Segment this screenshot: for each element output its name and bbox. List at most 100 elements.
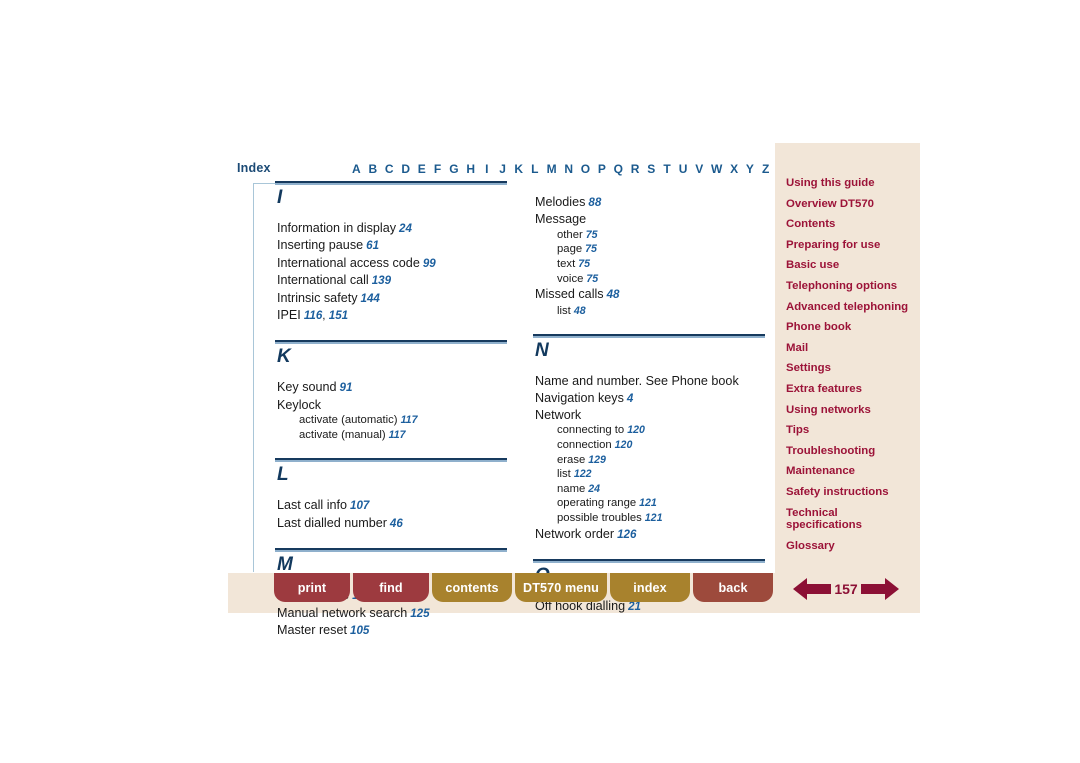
sidebar-item-advanced-telephoning[interactable]: Advanced telephoning xyxy=(786,297,916,318)
sidebar-item-technical-specifications[interactable]: Technical specifications xyxy=(786,503,916,537)
index-entry[interactable]: Inserting pause 61 xyxy=(277,237,507,254)
index-entry-page[interactable]: 75 xyxy=(586,273,598,285)
index-entry-page[interactable]: 75 xyxy=(586,229,598,241)
alpha-link-u[interactable]: U xyxy=(679,162,688,176)
sidebar-item-overview-dt570[interactable]: Overview DT570 xyxy=(786,194,916,215)
sidebar-item-using-this-guide[interactable]: Using this guide xyxy=(786,173,916,194)
alpha-link-j[interactable]: J xyxy=(499,162,507,176)
index-entry[interactable]: International call 139 xyxy=(277,272,507,289)
sidebar-item-mail[interactable]: Mail xyxy=(786,338,916,359)
alpha-link-z[interactable]: Z xyxy=(762,162,770,176)
page-ref[interactable]: 75 xyxy=(585,243,597,255)
alpha-link-c[interactable]: C xyxy=(385,162,394,176)
index-entry-page[interactable]: 107 xyxy=(350,499,369,512)
page-ref[interactable]: 139 xyxy=(372,274,391,287)
page-ref[interactable]: 75 xyxy=(578,258,590,270)
alphabet-index-bar[interactable]: ABCDEFGHIJKLMNOPQRSTUVWXYZ xyxy=(352,162,770,176)
index-entry[interactable]: Intrinsic safety 144 xyxy=(277,290,507,307)
sidebar-item-extra-features[interactable]: Extra features xyxy=(786,379,916,400)
page-ref[interactable]: 121 xyxy=(639,497,657,509)
index-entry-page[interactable]: 46 xyxy=(390,517,403,530)
alpha-link-q[interactable]: Q xyxy=(614,162,623,176)
index-entry[interactable]: activate (manual) 117 xyxy=(299,428,507,443)
index-entry-page[interactable]: 117 xyxy=(389,429,406,441)
page-ref[interactable]: 24 xyxy=(588,483,600,495)
index-entry[interactable]: connecting to 120 xyxy=(557,423,765,438)
alpha-link-b[interactable]: B xyxy=(368,162,377,176)
page-ref[interactable]: 121 xyxy=(645,512,663,524)
alpha-link-n[interactable]: N xyxy=(564,162,573,176)
index-entry[interactable]: list 122 xyxy=(557,467,765,482)
alpha-link-h[interactable]: H xyxy=(466,162,475,176)
sidebar-item-safety-instructions[interactable]: Safety instructions xyxy=(786,482,916,503)
page-ref[interactable]: 75 xyxy=(586,273,598,285)
index-entry-page[interactable]: 126 xyxy=(617,528,636,541)
alpha-link-x[interactable]: X xyxy=(730,162,738,176)
index-entry-page[interactable]: 120 xyxy=(627,424,645,436)
right-arrow-icon[interactable] xyxy=(860,576,899,602)
page-ref[interactable]: 48 xyxy=(607,288,620,301)
sidebar-item-phone-book[interactable]: Phone book xyxy=(786,317,916,338)
index-entry-page[interactable]: 121 xyxy=(645,512,663,524)
index-entry-page[interactable]: 48 xyxy=(574,305,586,317)
index-entry-page[interactable]: 88 xyxy=(588,196,601,209)
index-entry[interactable]: other 75 xyxy=(557,228,765,243)
index-entry-page[interactable]: 75 xyxy=(578,258,590,270)
page-ref[interactable]: 117 xyxy=(389,429,406,441)
index-entry[interactable]: Last dialled number 46 xyxy=(277,515,507,532)
index-entry-page[interactable]: 121 xyxy=(639,497,657,509)
index-entry[interactable]: International access code 99 xyxy=(277,255,507,272)
left-arrow-icon[interactable] xyxy=(793,576,831,602)
alpha-link-t[interactable]: T xyxy=(663,162,671,176)
alpha-link-i[interactable]: I xyxy=(483,162,491,176)
find-button[interactable]: find xyxy=(353,573,429,602)
index-entry-page[interactable]: 99 xyxy=(423,257,436,270)
index-entry-page[interactable]: 75 xyxy=(585,243,597,255)
sidebar-item-using-networks[interactable]: Using networks xyxy=(786,400,916,421)
alpha-link-a[interactable]: A xyxy=(352,162,361,176)
sidebar-item-contents[interactable]: Contents xyxy=(786,214,916,235)
alpha-link-l[interactable]: L xyxy=(531,162,539,176)
index-entry-page[interactable]: 117 xyxy=(401,414,418,426)
index-entry[interactable]: text 75 xyxy=(557,257,765,272)
page-ref[interactable]: 91 xyxy=(340,381,353,394)
index-entry[interactable]: voice 75 xyxy=(557,272,765,287)
index-entry[interactable]: Name and number. See Phone book xyxy=(535,373,765,389)
index-entry[interactable]: erase 129 xyxy=(557,453,765,468)
alpha-link-p[interactable]: P xyxy=(598,162,606,176)
page-ref[interactable]: 117 xyxy=(401,414,418,426)
index-entry[interactable]: possible troubles 121 xyxy=(557,511,765,526)
page-ref[interactable]: 144 xyxy=(361,292,380,305)
alpha-link-s[interactable]: S xyxy=(647,162,655,176)
index-entry-page[interactable]: 61 xyxy=(366,239,379,252)
index-entry[interactable]: Key sound 91 xyxy=(277,379,507,396)
print-button[interactable]: print xyxy=(274,573,350,602)
index-entry[interactable]: Network order 126 xyxy=(535,526,765,543)
sidebar-item-maintenance[interactable]: Maintenance xyxy=(786,461,916,482)
index-entry-page[interactable]: 24 xyxy=(588,483,600,495)
index-entry-page[interactable]: 120 xyxy=(615,439,633,451)
sidebar-item-tips[interactable]: Tips xyxy=(786,420,916,441)
alpha-link-d[interactable]: D xyxy=(401,162,410,176)
sidebar-item-troubleshooting[interactable]: Troubleshooting xyxy=(786,441,916,462)
page-ref[interactable]: 116 xyxy=(304,309,322,322)
alpha-link-w[interactable]: W xyxy=(711,162,722,176)
sidebar-item-settings[interactable]: Settings xyxy=(786,358,916,379)
page-ref[interactable]: 105 xyxy=(350,624,369,637)
page-ref[interactable]: 48 xyxy=(574,305,586,317)
index-entry[interactable]: IPEI 116, 151 xyxy=(277,307,507,324)
alpha-link-o[interactable]: O xyxy=(581,162,590,176)
page-ref[interactable]: 120 xyxy=(615,439,633,451)
page-ref[interactable]: 99 xyxy=(423,257,436,270)
alpha-link-y[interactable]: Y xyxy=(746,162,754,176)
page-ref[interactable]: 4 xyxy=(627,392,633,405)
page-ref[interactable]: 126 xyxy=(617,528,636,541)
page-ref[interactable]: 107 xyxy=(350,499,369,512)
index-entry[interactable]: operating range 121 xyxy=(557,496,765,511)
index-entry[interactable]: Missed calls 48 xyxy=(535,286,765,303)
index-entry[interactable]: Navigation keys 4 xyxy=(535,390,765,407)
back-button[interactable]: back xyxy=(693,573,773,602)
sidebar-item-telephoning-options[interactable]: Telephoning options xyxy=(786,276,916,297)
index-entry[interactable]: connection 120 xyxy=(557,438,765,453)
index-entry-page[interactable]: 122 xyxy=(574,468,592,480)
